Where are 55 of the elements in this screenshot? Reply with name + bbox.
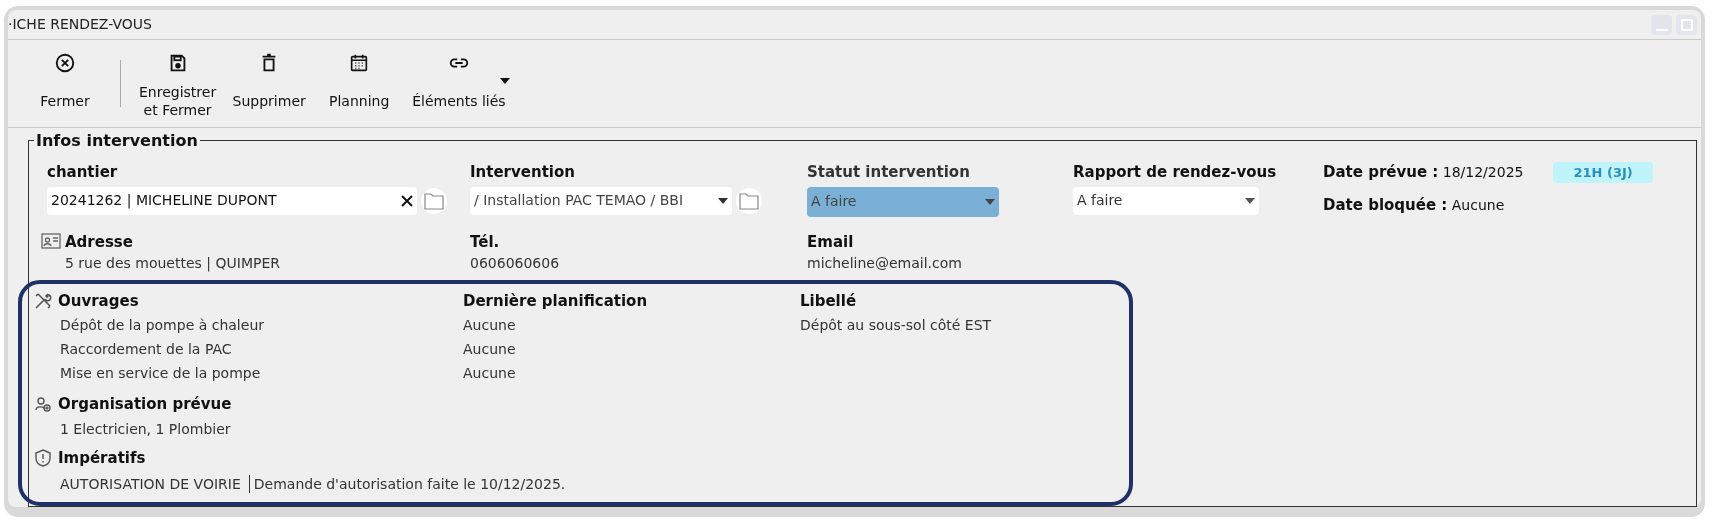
table-cell: Aucune xyxy=(463,364,516,381)
close-icon xyxy=(54,52,76,74)
window-title: ·ICHE RENDEZ-VOUS xyxy=(8,15,152,34)
tools-icon xyxy=(34,292,52,311)
field-value: 20241262 | MICHELINE DUPONT xyxy=(51,191,278,211)
status-dropdown[interactable]: A faire xyxy=(807,186,999,217)
field-label: Rapport de rendez-vous xyxy=(1073,162,1278,183)
section-label: Organisation prévue xyxy=(58,393,232,415)
clear-icon[interactable] xyxy=(401,194,413,207)
caret-icon xyxy=(1245,197,1255,204)
contact-card-icon xyxy=(41,232,61,249)
toolbar-button[interactable]: Supprimer xyxy=(224,40,315,127)
toolbar-button[interactable]: Planning xyxy=(314,40,405,127)
organisation-value: 1 Electricien, 1 Plombier xyxy=(59,420,232,439)
toolbar-button[interactable]: Enregistrer et Fermer xyxy=(131,40,225,127)
folder-icon xyxy=(739,191,759,210)
folder-icon xyxy=(424,191,444,210)
column-header: Ouvrages xyxy=(58,291,139,312)
folder-button[interactable] xyxy=(421,187,447,214)
field-label: Adresse xyxy=(65,231,134,253)
caret-icon xyxy=(718,197,728,204)
field-label: Tél. xyxy=(470,231,501,253)
folder-button[interactable] xyxy=(736,187,762,214)
planned-date: Date prévue : 18/12/2025 xyxy=(1323,162,1524,183)
field-value: 0606060606 xyxy=(470,254,560,273)
requirement-code: AUTORISATION DE VOIRIE xyxy=(60,474,250,493)
intervention-dropdown[interactable]: / Installation PAC TEMAO / BBI xyxy=(470,186,732,215)
column-header: Dernière planification xyxy=(463,291,648,312)
blocked-date: Date bloquée : Aucune xyxy=(1323,194,1506,216)
field-value: micheline@email.com xyxy=(807,254,962,273)
table-cell: Raccordement de la PAC xyxy=(60,340,232,357)
report-dropdown[interactable]: A faire xyxy=(1073,186,1259,215)
duration-badge: 21H (3J) xyxy=(1553,161,1653,183)
maximize-button[interactable] xyxy=(1676,14,1697,35)
people-icon xyxy=(34,394,52,413)
shield-icon xyxy=(34,449,52,468)
caret-icon xyxy=(499,78,510,84)
table-cell: Aucune xyxy=(463,340,516,357)
table-cell: Dépôt de la pompe à chaleur xyxy=(60,316,264,333)
minimize-button[interactable] xyxy=(1651,14,1672,35)
chantier-field[interactable]: 20241262 | MICHELINE DUPONT xyxy=(47,186,417,215)
field-label: Email xyxy=(807,231,855,253)
field-value: 5 rue des mouettes | QUIMPER xyxy=(65,254,280,274)
table-cell: Aucune xyxy=(463,316,516,333)
column-header: Libellé xyxy=(800,291,857,312)
toolbar-button[interactable]: Éléments liés xyxy=(404,40,514,127)
table-cell: Dépôt au sous-sol côté EST xyxy=(800,316,992,333)
toolbar-button[interactable]: Fermer xyxy=(20,40,110,127)
caret-icon xyxy=(985,198,995,205)
field-label: chantier xyxy=(47,162,119,183)
field-label: Intervention xyxy=(470,162,576,183)
table-cell: Mise en service de la pompe xyxy=(60,364,261,381)
section-label: Impératifs xyxy=(58,448,146,469)
field-label: Statut intervention xyxy=(807,162,971,183)
requirement-note: Demande d'autorisation faite le 10/12/2025. xyxy=(252,474,566,494)
